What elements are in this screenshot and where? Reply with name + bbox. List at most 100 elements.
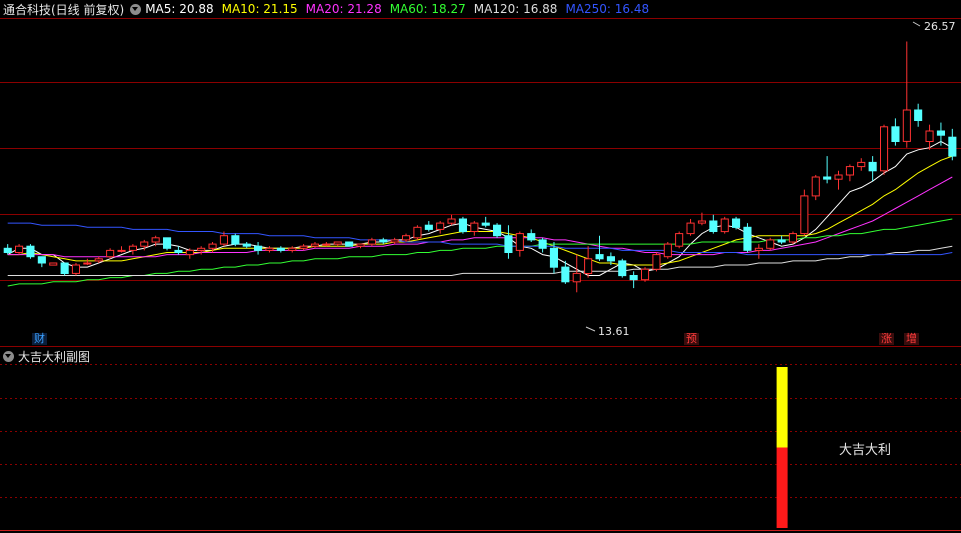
candle-body [174, 249, 183, 253]
candle-body [652, 254, 661, 270]
candle-body [481, 222, 490, 226]
candlestick-chart[interactable]: 26.57 13.61 [0, 0, 961, 533]
candle-body [880, 126, 889, 172]
candle-body [367, 239, 376, 245]
candle [470, 221, 479, 236]
candle [447, 214, 456, 226]
candle-body [948, 136, 957, 157]
candle-body [914, 109, 923, 121]
candle-body [834, 174, 843, 180]
candle-body [71, 264, 81, 274]
signal-bar-yellow [776, 367, 788, 448]
candle [891, 118, 900, 146]
candle [834, 170, 843, 190]
candle-body [572, 272, 581, 283]
candle-body [288, 247, 297, 251]
candle [675, 231, 684, 249]
candle [868, 156, 877, 182]
candle [720, 216, 729, 234]
candle [458, 216, 467, 234]
candle [231, 233, 240, 247]
candle-body [515, 233, 524, 251]
candle [310, 242, 319, 249]
candle [356, 243, 365, 249]
sub-dropdown-icon[interactable] [3, 350, 14, 362]
candle [515, 231, 524, 257]
marker-zhang[interactable]: 涨 [879, 333, 894, 345]
candle-body [936, 130, 946, 136]
candle [402, 233, 411, 242]
candle-body [823, 176, 832, 180]
candle-body [549, 247, 559, 268]
candle [163, 237, 172, 251]
candle [413, 225, 422, 240]
candle [572, 254, 581, 293]
candle [652, 252, 661, 272]
candle [26, 244, 35, 259]
candle-body [322, 243, 331, 246]
ma120-line [7, 245, 953, 276]
candle-body [641, 268, 650, 281]
moving-average-lines [7, 140, 953, 287]
marker-yu[interactable]: 预 [684, 333, 699, 345]
candle [766, 237, 775, 251]
candle-body [276, 247, 285, 251]
candle-body [902, 109, 911, 142]
price-annotations: 26.57 13.61 [585, 20, 956, 338]
candle-body [686, 222, 695, 235]
candle [3, 244, 12, 255]
candle [743, 223, 752, 253]
candle-body [675, 233, 684, 247]
candle-body [845, 166, 855, 176]
candle [128, 244, 137, 255]
candle [732, 216, 741, 230]
candle-body [333, 241, 342, 245]
candle-body [732, 218, 741, 228]
candle-body [49, 262, 58, 266]
sub-panel-title[interactable]: 大吉大利副图 [18, 348, 90, 365]
candle-body [345, 241, 354, 247]
candle-body [402, 235, 411, 241]
candle [948, 128, 957, 161]
candle-body [538, 239, 547, 249]
candle-body [663, 243, 672, 258]
candle [527, 229, 536, 242]
candle [538, 237, 547, 253]
candle-body [606, 256, 616, 262]
candle [709, 214, 718, 234]
marker-zeng[interactable]: 增 [904, 333, 919, 345]
marker-cai[interactable]: 财 [32, 333, 47, 345]
candle [71, 262, 81, 276]
candle-body [584, 258, 593, 274]
candle [811, 174, 820, 201]
candle-body [777, 239, 786, 243]
candle-body [197, 247, 206, 251]
candle [254, 242, 263, 255]
candle [117, 246, 126, 253]
candle [788, 231, 798, 245]
candle-body [891, 126, 900, 143]
candle-body [60, 262, 69, 274]
candle-body [140, 241, 149, 247]
candle-body [561, 266, 570, 283]
candle-body [697, 220, 707, 224]
candle-body [163, 237, 172, 249]
candle-body [265, 247, 274, 251]
candle-body [925, 130, 934, 142]
candle [345, 241, 354, 247]
candle [276, 246, 285, 253]
candle [83, 258, 92, 266]
candle [663, 242, 672, 259]
candle-body [299, 245, 308, 249]
candle [641, 267, 650, 282]
ma20-line [7, 176, 953, 258]
candle-body [868, 161, 877, 172]
signal-label: 大吉大利 [839, 443, 892, 458]
candle-body [447, 218, 456, 224]
candle [845, 164, 855, 182]
candle [936, 122, 946, 146]
sub-panel-header: 大吉大利副图 [0, 348, 90, 364]
candle-body [618, 260, 627, 277]
candle [15, 244, 24, 255]
candle-body [83, 262, 92, 265]
